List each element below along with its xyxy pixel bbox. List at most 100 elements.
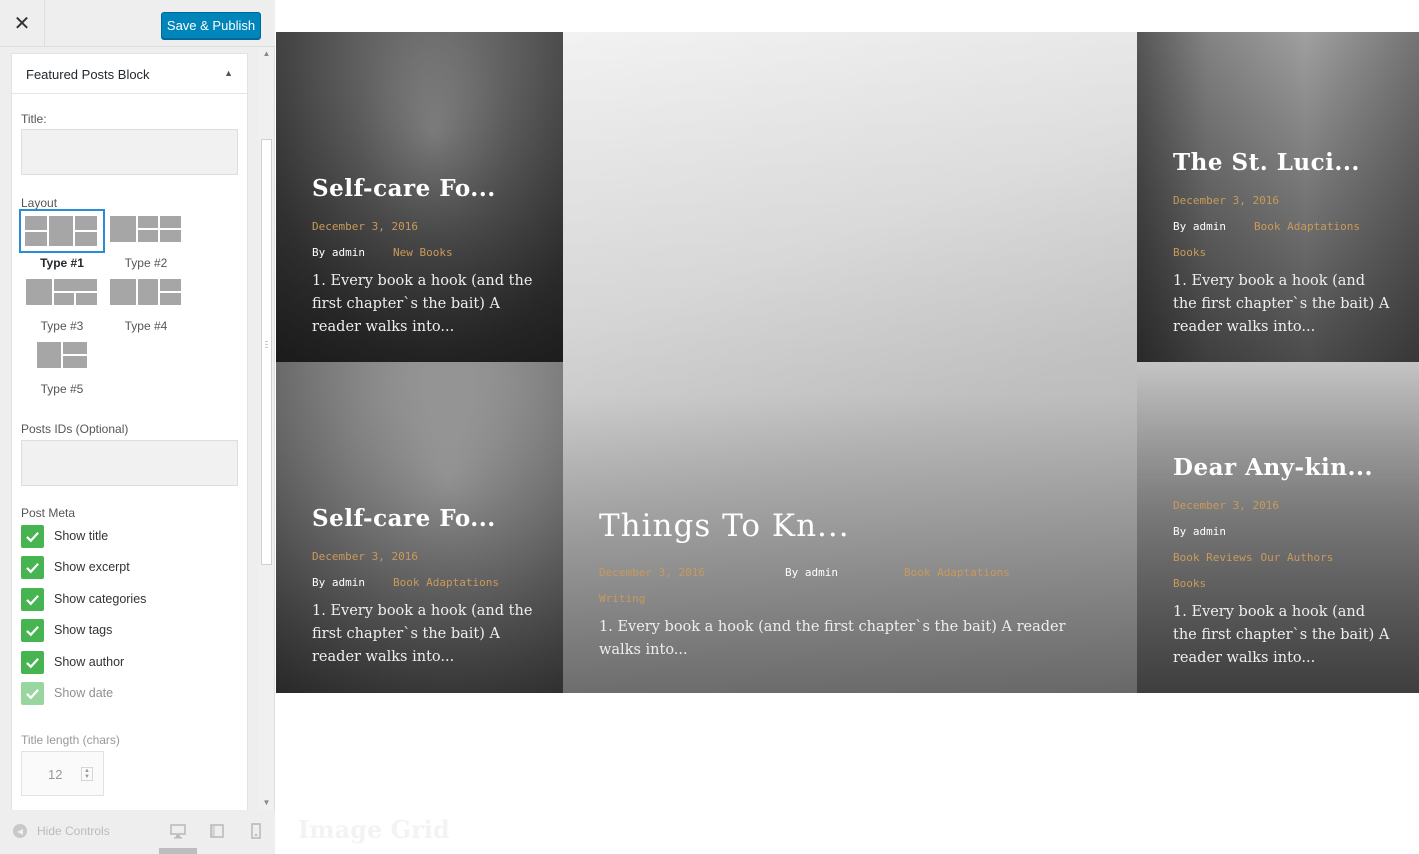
layout-type-4-icon	[105, 274, 187, 314]
post-category[interactable]: Book Adaptations	[1254, 220, 1360, 233]
post-author[interactable]: By admin	[785, 566, 838, 579]
desktop-icon[interactable]	[169, 822, 187, 840]
layout-type-5-icon	[21, 337, 103, 377]
title-length-stepper[interactable]: 12 ▲ ▼	[21, 751, 104, 796]
stepper-value: 12	[48, 767, 63, 782]
post-date[interactable]: December 3, 2016	[312, 550, 418, 563]
post-category[interactable]: Book Reviews	[1173, 551, 1252, 564]
layout-name: Type #1	[40, 256, 84, 270]
customizer-footer: ◀ Hide Controls	[0, 810, 275, 854]
post-content: Self-care Fo... December 3, 2016 By admi…	[312, 505, 535, 669]
layout-name: Type #2	[124, 256, 168, 270]
show-author-checkbox-row[interactable]: Show author	[21, 650, 124, 674]
scrollbar-thumb[interactable]: ---	[261, 139, 272, 565]
checkmark-icon[interactable]	[21, 555, 44, 579]
post-meta: December 3, 2016 By admin Book Reviews Ou…	[1173, 493, 1391, 597]
show-title-checkbox-row[interactable]: Show title	[21, 524, 108, 548]
layout-name: Type #4	[124, 319, 168, 333]
collapse-left-icon: ◀	[13, 824, 27, 838]
post-author[interactable]: By admin	[1173, 525, 1226, 538]
resize-handle[interactable]	[159, 848, 197, 854]
featured-posts-grid: Self-care Fo... December 3, 2016 By admi…	[276, 32, 1419, 693]
post-date[interactable]: December 3, 2016	[312, 220, 418, 233]
post-category[interactable]: Books	[1173, 577, 1206, 590]
posts-ids-label: Posts IDs (Optional)	[21, 422, 129, 436]
layout-label: Layout	[21, 196, 58, 210]
layout-option-type-5[interactable]: Type #5	[21, 337, 103, 396]
post-card-featured[interactable]: Things To Kn... December 3, 2016 By admin…	[563, 32, 1137, 693]
post-author[interactable]: By admin	[1173, 220, 1226, 233]
post-author[interactable]: By admin	[312, 246, 365, 259]
hide-controls-button[interactable]: ◀ Hide Controls	[13, 824, 110, 838]
meta-label: Show date	[54, 686, 114, 700]
title-input[interactable]	[21, 129, 238, 175]
post-category[interactable]: Writing	[599, 592, 645, 605]
layout-option-type-1[interactable]: Type #1	[19, 209, 105, 270]
customizer-topbar: ✕ Save & Publish	[0, 0, 275, 47]
meta-label: Show tags	[54, 623, 113, 637]
post-title[interactable]: Dear Any-kin...	[1173, 454, 1391, 481]
post-category[interactable]: Book Adaptations	[904, 566, 1010, 579]
post-card[interactable]: Dear Any-kin... December 3, 2016 By admi…	[1137, 362, 1419, 693]
post-title[interactable]: Self-care Fo...	[312, 175, 535, 202]
checkmark-icon[interactable]	[21, 587, 44, 611]
post-card[interactable]: Self-care Fo... December 3, 2016 By admi…	[276, 362, 563, 693]
post-category[interactable]: Book Adaptations	[393, 576, 499, 589]
layout-option-type-2[interactable]: Type #2	[105, 211, 187, 270]
post-meta: December 3, 2016 By admin Book Adaptations…	[599, 560, 1109, 612]
tablet-icon[interactable]	[208, 822, 226, 840]
layout-option-type-3[interactable]: Type #3	[21, 274, 103, 333]
checkmark-icon[interactable]	[21, 524, 44, 548]
post-category[interactable]: Our Authors	[1260, 551, 1333, 564]
grip-icon: ---	[265, 336, 268, 352]
close-icon[interactable]: ✕	[0, 0, 45, 47]
scroll-down-icon[interactable]: ▼	[259, 796, 274, 810]
layout-option-type-4[interactable]: Type #4	[105, 274, 187, 333]
meta-label: Show categories	[54, 592, 147, 606]
post-card[interactable]: Self-care Fo... December 3, 2016 By admi…	[276, 32, 563, 362]
layout-type-2-icon	[105, 211, 187, 251]
show-date-checkbox-row[interactable]: Show date	[21, 681, 113, 705]
post-content: Self-care Fo... December 3, 2016 By admi…	[312, 175, 535, 339]
post-meta-label: Post Meta	[21, 506, 76, 520]
site-preview: Self-care Fo... December 3, 2016 By admi…	[275, 0, 1419, 854]
sidebar-scrollbar[interactable]: ▲ --- ▼	[259, 47, 274, 810]
mobile-icon[interactable]	[247, 822, 265, 840]
post-content: Dear Any-kin... December 3, 2016 By admi…	[1173, 454, 1391, 670]
checkmark-icon[interactable]	[21, 681, 44, 705]
post-date[interactable]: December 3, 2016	[1173, 499, 1279, 512]
featured-posts-panel: Featured Posts Block ▲ Title: Layout Typ…	[11, 53, 248, 810]
post-title[interactable]: The St. Luci...	[1173, 149, 1391, 176]
post-excerpt: 1. Every book a hook (and the first chap…	[1173, 273, 1390, 335]
post-title[interactable]: Things To Kn...	[599, 508, 1109, 544]
panel-header[interactable]: Featured Posts Block ▲	[12, 54, 247, 94]
collapse-arrow-icon[interactable]: ▲	[224, 68, 233, 78]
show-tags-checkbox-row[interactable]: Show tags	[21, 618, 112, 642]
layout-name: Type #5	[40, 382, 84, 396]
post-category[interactable]: Books	[1173, 246, 1206, 259]
post-date[interactable]: December 3, 2016	[599, 566, 705, 579]
title-label: Title:	[21, 112, 47, 126]
stepper-arrows-icon[interactable]: ▲ ▼	[81, 767, 93, 781]
post-author[interactable]: By admin	[312, 576, 365, 589]
layout-type-1-icon	[19, 209, 105, 253]
scroll-up-icon[interactable]: ▲	[259, 47, 274, 61]
post-meta: December 3, 2016 By admin Book Adaptation…	[1173, 188, 1391, 266]
post-meta: December 3, 2016 By admin Book Adaptation…	[312, 544, 535, 596]
post-title[interactable]: Self-care Fo...	[312, 505, 535, 532]
panel-title: Featured Posts Block	[26, 67, 150, 82]
post-category[interactable]: New Books	[393, 246, 453, 259]
customizer-sidebar: ✕ Save & Publish Featured Posts Block ▲ …	[0, 0, 275, 854]
post-excerpt: 1. Every book a hook (and the first chap…	[1173, 604, 1390, 666]
posts-ids-input[interactable]	[21, 440, 238, 486]
post-card[interactable]: The St. Luci... December 3, 2016 By admi…	[1137, 32, 1419, 362]
post-date[interactable]: December 3, 2016	[1173, 194, 1279, 207]
post-excerpt: 1. Every book a hook (and the first chap…	[312, 603, 533, 665]
checkmark-icon[interactable]	[21, 618, 44, 642]
checkmark-icon[interactable]	[21, 650, 44, 674]
layout-type-3-icon	[21, 274, 103, 314]
show-excerpt-checkbox-row[interactable]: Show excerpt	[21, 555, 130, 579]
save-publish-button[interactable]: Save & Publish	[161, 12, 261, 39]
show-categories-checkbox-row[interactable]: Show categories	[21, 587, 146, 611]
meta-label: Show author	[54, 655, 125, 669]
